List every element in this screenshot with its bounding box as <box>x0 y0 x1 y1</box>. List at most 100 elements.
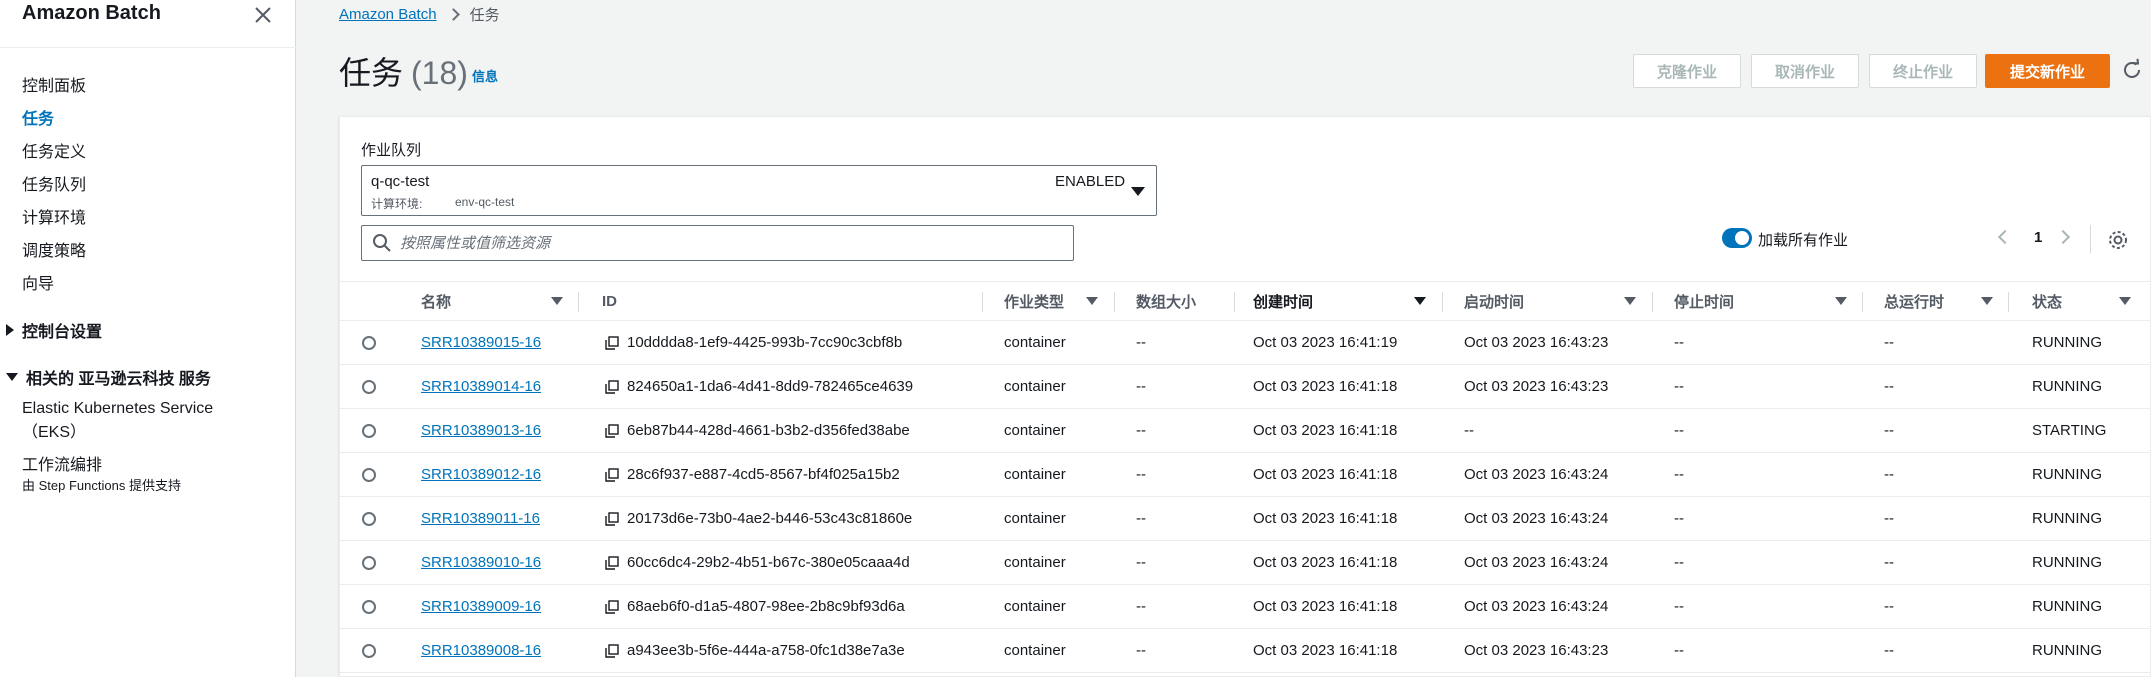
caret-down-icon <box>1131 187 1145 196</box>
sidebar-item-eks[interactable]: Elastic Kubernetes Service （EKS） <box>22 397 213 445</box>
stopped-at: -- <box>1674 334 1684 351</box>
column-divider <box>2008 292 2009 312</box>
job-status: RUNNING <box>2032 554 2102 571</box>
created-at: Oct 03 2023 16:41:18 <box>1253 642 1398 659</box>
job-name-link[interactable]: SRR10389012-16 <box>421 466 541 483</box>
submit-job-button[interactable]: 提交新作业 <box>1985 54 2110 88</box>
table-row[interactable]: SRR10389009-16 68aeb6f0-d1a5-4807-98ee-2… <box>340 585 2150 629</box>
copy-icon[interactable] <box>605 511 619 526</box>
started-at: Oct 03 2023 16:43:24 <box>1464 510 1609 527</box>
sort-icon[interactable] <box>1086 297 1098 305</box>
refresh-icon[interactable] <box>2120 58 2144 82</box>
array-size: -- <box>1136 334 1146 351</box>
workflow-note: 由 Step Functions 提供支持 <box>22 478 181 493</box>
column-header-array-size[interactable]: 数组大小 <box>1136 282 1196 320</box>
job-name-link[interactable]: SRR10389011-16 <box>421 510 540 527</box>
page-number[interactable]: 1 <box>2034 229 2042 246</box>
total-runtime: -- <box>1884 422 1894 439</box>
job-name-link[interactable]: SRR10389010-16 <box>421 554 541 571</box>
table-row[interactable]: SRR10389014-16 824650a1-1da6-4d41-8dd9-7… <box>340 365 2150 409</box>
sidebar-item-compute-environments[interactable]: 计算环境 <box>22 204 86 228</box>
copy-icon[interactable] <box>605 599 619 614</box>
gear-icon[interactable] <box>2107 229 2129 251</box>
clone-job-button[interactable]: 克隆作业 <box>1633 54 1741 88</box>
console-settings-label: 控制台设置 <box>22 324 103 341</box>
row-select-radio[interactable] <box>362 556 376 570</box>
column-header-started[interactable]: 启动时间 <box>1464 282 1524 320</box>
column-header-name[interactable]: 名称 <box>421 282 451 320</box>
job-count: (18) <box>411 55 468 91</box>
copy-icon[interactable] <box>605 467 619 482</box>
table-row[interactable]: SRR10389012-16 28c6f937-e887-4cd5-8567-b… <box>340 453 2150 497</box>
filter-input[interactable] <box>400 234 1060 252</box>
related-services-section[interactable]: 相关的 亚马逊云科技 服务 <box>6 365 211 389</box>
column-header-type[interactable]: 作业类型 <box>1004 282 1064 320</box>
job-name-link[interactable]: SRR10389008-16 <box>421 642 541 659</box>
load-all-jobs-toggle[interactable] <box>1722 228 1752 248</box>
sidebar-item-dashboard[interactable]: 控制面板 <box>22 72 86 96</box>
copy-icon[interactable] <box>605 379 619 394</box>
close-icon[interactable] <box>250 2 276 28</box>
sidebar-item-job-definitions[interactable]: 任务定义 <box>22 138 86 162</box>
info-link[interactable]: 信息 <box>472 66 498 85</box>
job-id: 68aeb6f0-d1a5-4807-98ee-2b8c9bf93d6a <box>627 598 905 615</box>
row-select-radio[interactable] <box>362 380 376 394</box>
job-status: RUNNING <box>2032 598 2102 615</box>
sort-descending-icon[interactable] <box>1414 297 1426 305</box>
sort-icon[interactable] <box>2119 297 2131 305</box>
pagination-divider <box>2090 225 2091 253</box>
array-size: -- <box>1136 554 1146 571</box>
stopped-at: -- <box>1674 510 1684 527</box>
sidebar-item-wizard[interactable]: 向导 <box>22 270 54 294</box>
sidebar-item-job-queues[interactable]: 任务队列 <box>22 171 86 195</box>
sidebar-item-scheduling-policies[interactable]: 调度策略 <box>22 237 86 261</box>
table-row[interactable]: SRR10389008-16 a943ee3b-5f6e-444a-a758-0… <box>340 629 2150 673</box>
job-type: container <box>1004 642 1066 659</box>
stopped-at: -- <box>1674 378 1684 395</box>
sort-icon[interactable] <box>1981 297 1993 305</box>
sort-icon[interactable] <box>1624 297 1636 305</box>
created-at: Oct 03 2023 16:41:18 <box>1253 466 1398 483</box>
created-at: Oct 03 2023 16:41:18 <box>1253 554 1398 571</box>
console-settings-section[interactable]: 控制台设置 <box>6 318 102 342</box>
row-select-radio[interactable] <box>362 424 376 438</box>
job-name-link[interactable]: SRR10389014-16 <box>421 378 541 395</box>
column-header-created[interactable]: 创建时间 <box>1253 282 1313 320</box>
sidebar-item-jobs[interactable]: 任务 <box>22 105 54 129</box>
row-select-radio[interactable] <box>362 468 376 482</box>
copy-icon[interactable] <box>605 423 619 438</box>
copy-icon[interactable] <box>605 335 619 350</box>
created-at: Oct 03 2023 16:41:18 <box>1253 378 1398 395</box>
page-title-text: 任务 <box>339 55 404 91</box>
row-select-radio[interactable] <box>362 600 376 614</box>
job-name-link[interactable]: SRR10389015-16 <box>421 334 541 351</box>
sort-icon[interactable] <box>551 297 563 305</box>
row-select-radio[interactable] <box>362 644 376 658</box>
table-row[interactable]: SRR10389015-16 10dddda8-1ef9-4425-993b-7… <box>340 321 2150 365</box>
column-header-stopped[interactable]: 停止时间 <box>1674 282 1734 320</box>
job-queue-select[interactable]: q-qc-test 计算环境: env-qc-test ENABLED <box>361 165 1157 216</box>
array-size: -- <box>1136 598 1146 615</box>
job-name-link[interactable]: SRR10389013-16 <box>421 422 541 439</box>
terminate-job-button[interactable]: 终止作业 <box>1869 54 1977 88</box>
copy-icon[interactable] <box>605 643 619 658</box>
column-divider <box>578 292 579 312</box>
array-size: -- <box>1136 642 1146 659</box>
copy-icon[interactable] <box>605 555 619 570</box>
table-row[interactable]: SRR10389013-16 6eb87b44-428d-4661-b3b2-d… <box>340 409 2150 453</box>
column-header-runtime[interactable]: 总运行时 <box>1884 282 1944 320</box>
breadcrumb-root[interactable]: Amazon Batch <box>339 6 437 23</box>
stopped-at: -- <box>1674 554 1684 571</box>
column-header-id[interactable]: ID <box>602 282 617 320</box>
job-name-link[interactable]: SRR10389009-16 <box>421 598 541 615</box>
chevron-right-icon[interactable] <box>2055 229 2071 245</box>
table-row[interactable]: SRR10389011-16 20173d6e-73b0-4ae2-b446-5… <box>340 497 2150 541</box>
cancel-job-button[interactable]: 取消作业 <box>1751 54 1859 88</box>
row-select-radio[interactable] <box>362 336 376 350</box>
column-header-status[interactable]: 状态 <box>2032 282 2062 320</box>
table-row[interactable]: SRR10389010-16 60cc6dc4-29b2-4b51-b67c-3… <box>340 541 2150 585</box>
row-select-radio[interactable] <box>362 512 376 526</box>
sort-icon[interactable] <box>1835 297 1847 305</box>
sidebar-title[interactable]: Amazon Batch <box>22 2 161 25</box>
chevron-left-icon[interactable] <box>1997 229 2013 245</box>
